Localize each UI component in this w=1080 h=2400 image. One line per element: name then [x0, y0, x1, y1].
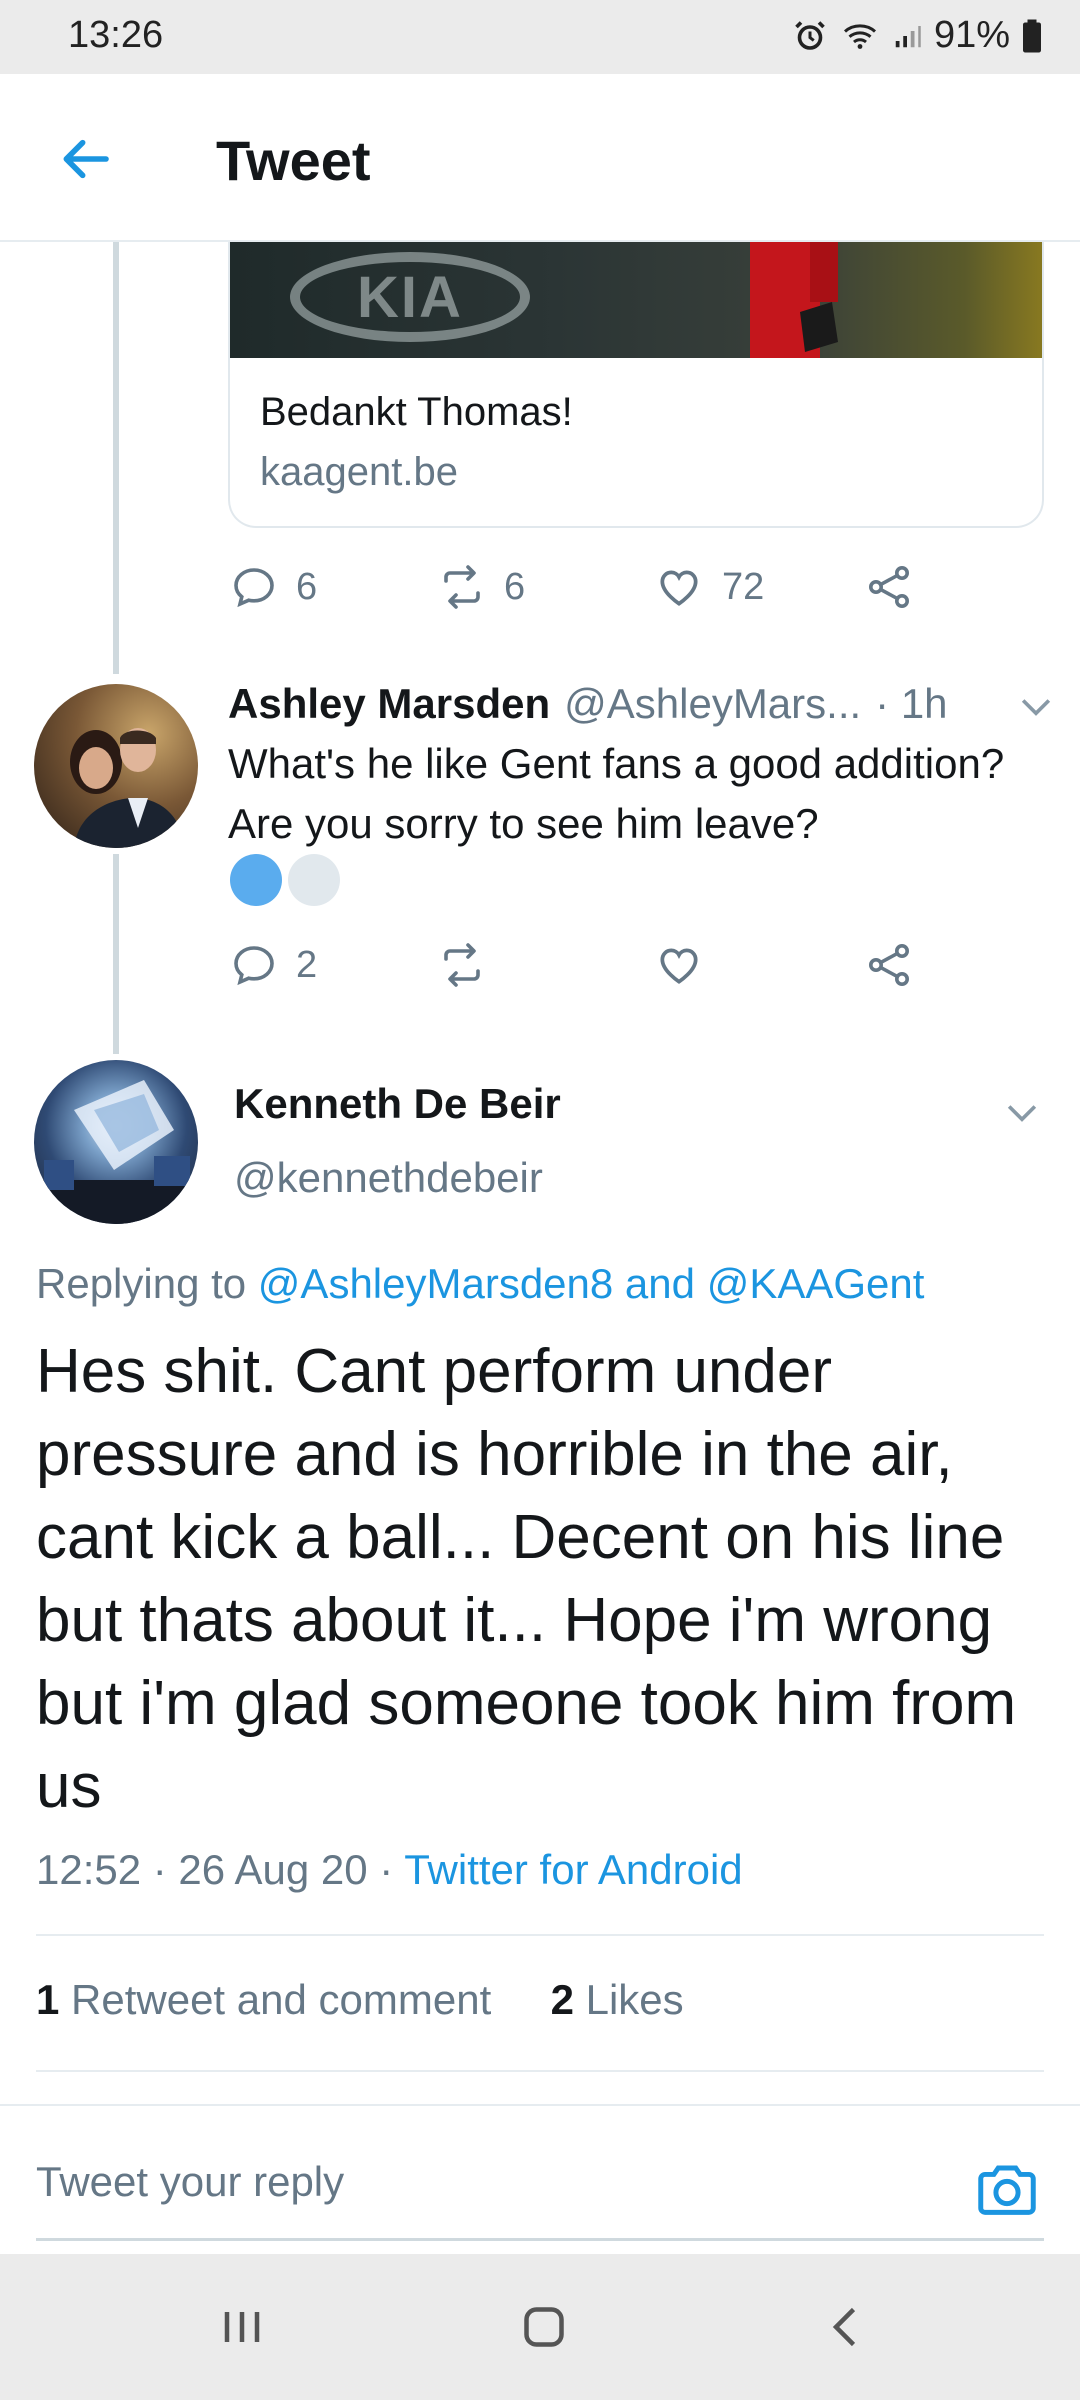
divider — [36, 1934, 1044, 1936]
reply-button[interactable]: 2 — [230, 930, 317, 1000]
like-button[interactable]: 72 — [654, 552, 764, 622]
replying-to: Replying to @AshleyMarsden8 and @KAAGent — [36, 1260, 925, 1307]
card-domain: kaagent.be — [260, 450, 458, 494]
reply-count: 6 — [296, 565, 318, 608]
link-card[interactable]: KIA Bedankt Thomas! kaagent.be — [228, 242, 1044, 528]
avatar[interactable] — [34, 684, 198, 848]
reply-author-name[interactable]: Ashley Marsden — [228, 680, 550, 728]
retweet-stat[interactable]: 1 Retweet and comment — [36, 1976, 491, 2023]
app-header: Tweet — [0, 74, 1080, 242]
wifi-icon — [843, 23, 876, 49]
poll-dot-active — [230, 854, 282, 906]
like-count: 72 — [722, 565, 765, 608]
retweet-icon — [444, 943, 480, 987]
status-bar: 13:26 91% — [0, 0, 1080, 74]
battery-icon — [1023, 19, 1041, 52]
back-nav-button[interactable] — [776, 2254, 916, 2400]
retweet-button[interactable]: 6 — [438, 552, 525, 622]
reply-input[interactable]: Tweet your reply — [36, 2158, 344, 2206]
signal-icon — [895, 25, 921, 47]
divider — [36, 2070, 1044, 2072]
author-name[interactable]: Kenneth De Beir — [234, 1080, 561, 1128]
back-button[interactable] — [48, 122, 122, 196]
recent-apps-icon — [224, 2312, 260, 2342]
player-image — [750, 242, 838, 358]
tweet-text: Hes shit. Cant perform under pressure an… — [36, 1337, 1017, 1821]
card-image: KIA — [230, 242, 1042, 358]
reply-button[interactable]: 6 — [230, 552, 317, 622]
poll-indicator — [230, 854, 340, 906]
reply-icon — [234, 568, 274, 608]
home-button[interactable] — [474, 2254, 614, 2400]
reply-actions: 2 — [230, 930, 930, 1000]
avatar-image — [34, 1080, 198, 1224]
chevron-left-icon — [832, 2307, 856, 2347]
thread-line — [113, 242, 119, 674]
alarm-icon — [795, 20, 825, 50]
retweet-count: 6 — [504, 565, 526, 608]
kia-logo: KIA — [290, 252, 530, 342]
page-title: Tweet — [216, 129, 371, 192]
share-icon — [869, 566, 909, 608]
share-button[interactable] — [866, 552, 914, 622]
heart-icon — [660, 948, 698, 984]
reply-author-handle[interactable]: @AshleyMars... — [564, 680, 861, 728]
reply-timestamp: · 1h — [875, 680, 948, 727]
input-underline — [36, 2238, 1044, 2241]
share-button[interactable] — [866, 930, 914, 1000]
reply-header: Ashley Marsden @AshleyMars... · 1h — [228, 676, 1058, 732]
camera-icon[interactable] — [972, 2154, 1042, 2224]
system-nav-bar — [0, 2254, 1080, 2400]
reply-text: What's he like Gent fans a good addition… — [228, 740, 1005, 847]
recent-apps-button[interactable] — [172, 2254, 312, 2400]
mention-link[interactable]: @AshleyMarsden8 — [258, 1260, 613, 1307]
source-link[interactable]: Twitter for Android — [404, 1846, 742, 1893]
avatar-image — [70, 728, 184, 848]
tweet-meta: 12:52 · 26 Aug 20 · Twitter for Android — [36, 1846, 743, 1894]
chevron-down-icon[interactable] — [1000, 1090, 1044, 1134]
author-handle[interactable]: @kennethdebeir — [234, 1154, 543, 1202]
avatar[interactable] — [34, 1060, 198, 1224]
home-icon — [524, 2307, 564, 2347]
tweet-timestamp: 12:52 · 26 Aug 20 · — [36, 1846, 405, 1893]
mention-link[interactable]: @KAAGent — [707, 1260, 925, 1307]
poll-dot — [288, 854, 340, 906]
reply-count: 2 — [296, 943, 318, 986]
reply-icon — [234, 946, 274, 986]
share-icon — [869, 944, 909, 986]
status-icons: 91% — [792, 14, 1042, 57]
battery-percent: 91% — [933, 14, 1010, 56]
status-time: 13:26 — [68, 14, 164, 56]
chevron-down-icon[interactable] — [1014, 684, 1058, 728]
tweet-actions: 6 6 72 — [230, 552, 930, 622]
tweet-stats: 1 Retweet and comment 2 Likes — [36, 1976, 684, 2024]
arrow-left-icon — [63, 139, 109, 179]
retweet-icon — [444, 565, 480, 609]
retweet-button[interactable] — [438, 930, 486, 1000]
card-title: Bedankt Thomas! — [260, 390, 573, 434]
reply-composer: Tweet your reply — [0, 2104, 1080, 2254]
heart-icon — [660, 570, 698, 606]
thread-line — [113, 854, 119, 1054]
like-stat[interactable]: 2 Likes — [551, 1976, 684, 2023]
like-button[interactable] — [654, 930, 704, 1000]
